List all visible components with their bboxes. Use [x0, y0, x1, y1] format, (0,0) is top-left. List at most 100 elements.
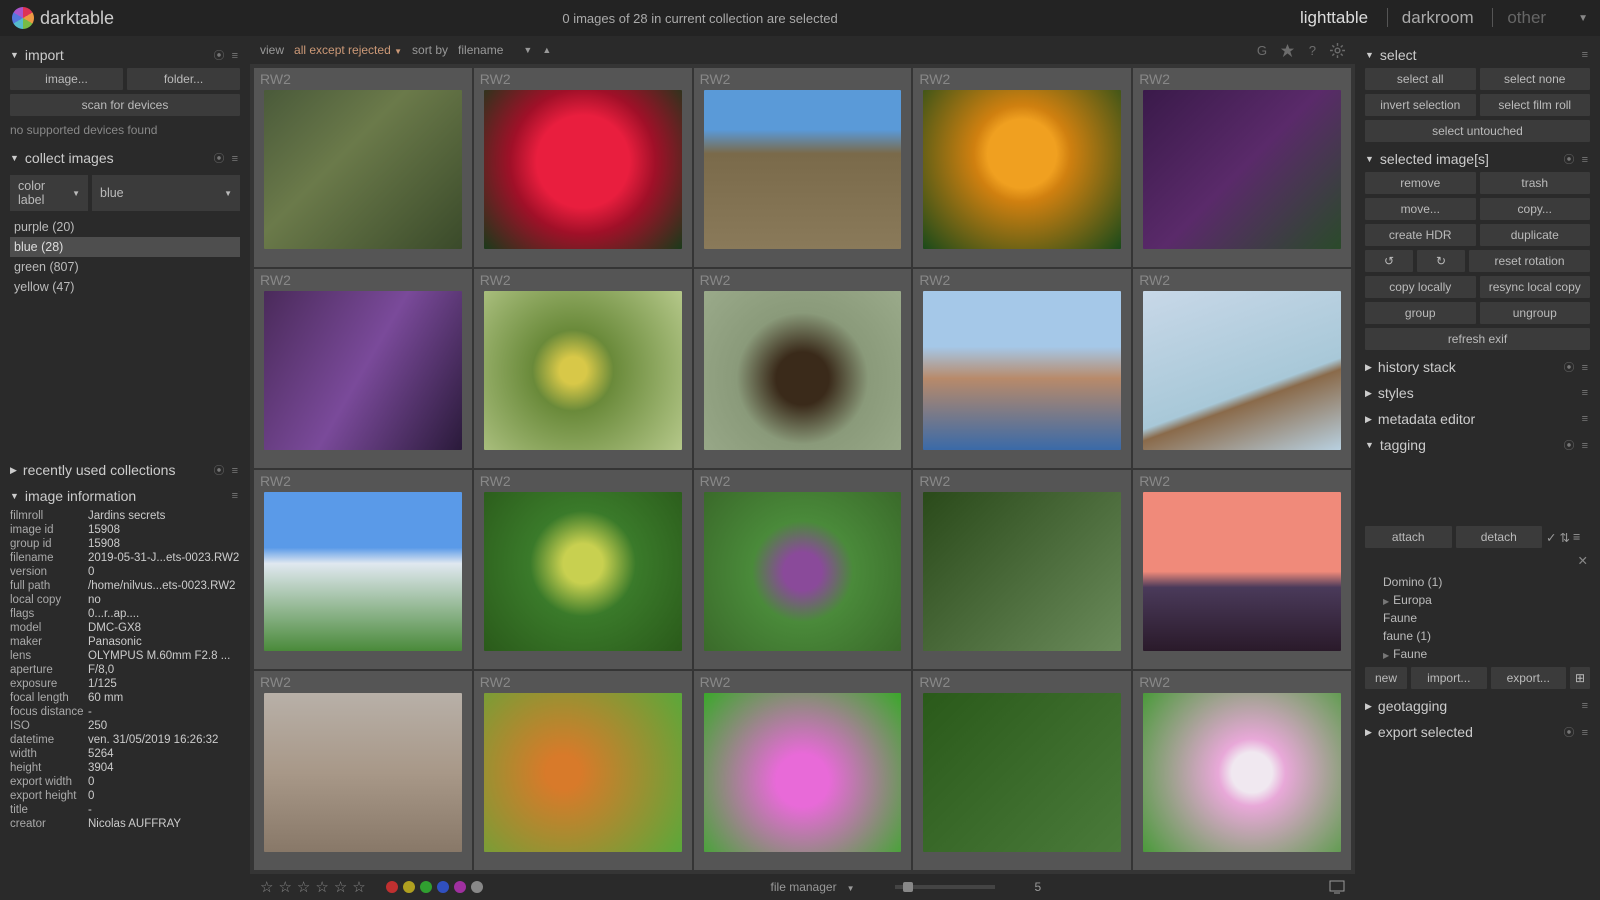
rating-star-3[interactable]: ☆: [315, 878, 328, 896]
rating-star-0[interactable]: ☆: [260, 878, 273, 896]
label-red[interactable]: [386, 881, 398, 893]
label-blue[interactable]: [437, 881, 449, 893]
thumbnail[interactable]: RW2: [474, 68, 692, 267]
thumbnail[interactable]: RW2: [694, 470, 912, 669]
section-controls[interactable]: ⦿ ≡: [214, 47, 240, 63]
thumbnail[interactable]: RW2: [254, 470, 472, 669]
refresh-exif-button[interactable]: refresh exif: [1365, 328, 1590, 350]
view-filter-combo[interactable]: all except rejected ▼: [294, 43, 402, 57]
duplicate-button[interactable]: duplicate: [1480, 224, 1591, 246]
section-tagging[interactable]: ▼tagging⦿ ≡: [1365, 432, 1590, 458]
select-filmroll-button[interactable]: select film roll: [1480, 94, 1591, 116]
move-button[interactable]: move...: [1365, 198, 1476, 220]
thumbnail[interactable]: RW2: [694, 269, 912, 468]
rating-star-4[interactable]: ☆: [334, 878, 347, 896]
gear-icon[interactable]: [1330, 43, 1345, 58]
collect-facet-combo[interactable]: color label▼: [10, 175, 88, 211]
zoom-slider[interactable]: [895, 885, 995, 889]
thumbnail[interactable]: RW2: [1133, 671, 1351, 870]
label-yellow[interactable]: [403, 881, 415, 893]
view-other[interactable]: other: [1492, 8, 1560, 27]
thumbnail[interactable]: RW2: [913, 470, 1131, 669]
create-hdr-button[interactable]: create HDR: [1365, 224, 1476, 246]
close-icon[interactable]: ✕: [1578, 554, 1588, 568]
collect-item[interactable]: green (807): [10, 257, 240, 277]
section-select[interactable]: ▼select≡: [1365, 42, 1590, 68]
chevron-down-icon[interactable]: ▼: [1578, 13, 1588, 24]
tag-item[interactable]: faune (1): [1365, 627, 1590, 645]
label-grey[interactable]: [471, 881, 483, 893]
collect-item[interactable]: yellow (47): [10, 277, 240, 297]
thumbnail[interactable]: RW2: [474, 671, 692, 870]
section-selected-images[interactable]: ▼selected image[s]⦿ ≡: [1365, 146, 1590, 172]
section-imginfo[interactable]: ▼image information≡: [10, 483, 240, 509]
thumbnail[interactable]: RW2: [1133, 470, 1351, 669]
thumbnail[interactable]: RW2: [474, 470, 692, 669]
section-geotagging[interactable]: ▶geotagging≡: [1365, 693, 1590, 719]
collect-item[interactable]: purple (20): [10, 217, 240, 237]
layout-mode-combo[interactable]: file manager ▼: [771, 880, 855, 894]
select-none-button[interactable]: select none: [1480, 68, 1591, 90]
label-purple[interactable]: [454, 881, 466, 893]
sort-dir-icon[interactable]: ▼: [523, 45, 532, 55]
tag-item[interactable]: ▶Europa: [1365, 591, 1590, 609]
import-tags-button[interactable]: import...: [1411, 667, 1487, 689]
collect-item[interactable]: blue (28): [10, 237, 240, 257]
thumbnail[interactable]: RW2: [694, 68, 912, 267]
resync-local-button[interactable]: resync local copy: [1480, 276, 1591, 298]
select-untouched-button[interactable]: select untouched: [1365, 120, 1590, 142]
new-tag-button[interactable]: new: [1365, 667, 1407, 689]
section-import[interactable]: ▼import⦿ ≡: [10, 42, 240, 68]
rating-star-5[interactable]: ☆: [352, 878, 365, 896]
star-icon[interactable]: [1280, 43, 1295, 58]
section-styles[interactable]: ▶styles≡: [1365, 380, 1590, 406]
rating-star-2[interactable]: ☆: [297, 878, 310, 896]
view-darkroom[interactable]: darkroom: [1387, 8, 1488, 27]
thumbnail[interactable]: RW2: [913, 269, 1131, 468]
copy-button[interactable]: copy...: [1480, 198, 1591, 220]
tag-item[interactable]: ▶Faune: [1365, 645, 1590, 663]
remove-button[interactable]: remove: [1365, 172, 1476, 194]
collect-value-combo[interactable]: blue▼: [92, 175, 240, 211]
sort-asc-icon[interactable]: ▲: [542, 45, 551, 55]
invert-selection-button[interactable]: invert selection: [1365, 94, 1476, 116]
select-all-button[interactable]: select all: [1365, 68, 1476, 90]
section-recent[interactable]: ▶recently used collections⦿ ≡: [10, 457, 240, 483]
help-icon[interactable]: ?: [1305, 43, 1320, 58]
import-folder-button[interactable]: folder...: [127, 68, 240, 90]
rotate-ccw-button[interactable]: ↺: [1365, 250, 1413, 272]
sort-combo[interactable]: filename: [458, 43, 503, 57]
thumbnail[interactable]: RW2: [254, 269, 472, 468]
reset-rotation-button[interactable]: reset rotation: [1469, 250, 1590, 272]
thumbnail[interactable]: RW2: [694, 671, 912, 870]
thumbnail[interactable]: RW2: [254, 68, 472, 267]
label-green[interactable]: [420, 881, 432, 893]
section-history[interactable]: ▶history stack⦿ ≡: [1365, 354, 1590, 380]
tag-item[interactable]: Faune: [1365, 609, 1590, 627]
thumbnail[interactable]: RW2: [913, 671, 1131, 870]
tag-tree-icon[interactable]: ⊞: [1570, 667, 1590, 689]
group-button[interactable]: group: [1365, 302, 1476, 324]
thumbnail[interactable]: RW2: [1133, 269, 1351, 468]
thumbnail[interactable]: RW2: [254, 671, 472, 870]
thumbnail[interactable]: RW2: [474, 269, 692, 468]
view-lighttable[interactable]: lighttable: [1286, 8, 1382, 27]
display-icon[interactable]: [1329, 879, 1345, 895]
section-collect[interactable]: ▼collect images⦿ ≡: [10, 145, 240, 171]
tag-list[interactable]: Domino (1)▶EuropaFaunefaune (1)▶Faune▶Fl…: [1365, 573, 1590, 663]
rotate-cw-button[interactable]: ↻: [1417, 250, 1465, 272]
attach-tag-button[interactable]: attach: [1365, 526, 1452, 548]
tag-item[interactable]: Domino (1): [1365, 573, 1590, 591]
tag-list-icon[interactable]: ≡: [1573, 530, 1580, 544]
thumbnail[interactable]: RW2: [1133, 68, 1351, 267]
scan-devices-button[interactable]: scan for devices: [10, 94, 240, 116]
ungroup-button[interactable]: ungroup: [1480, 302, 1591, 324]
section-export[interactable]: ▶export selected⦿ ≡: [1365, 719, 1590, 745]
rating-star-1[interactable]: ☆: [278, 878, 291, 896]
tag-check-icon[interactable]: ✓: [1546, 530, 1556, 545]
detach-tag-button[interactable]: detach: [1456, 526, 1543, 548]
export-tags-button[interactable]: export...: [1491, 667, 1567, 689]
trash-button[interactable]: trash: [1480, 172, 1591, 194]
copy-locally-button[interactable]: copy locally: [1365, 276, 1476, 298]
section-metadata[interactable]: ▶metadata editor≡: [1365, 406, 1590, 432]
